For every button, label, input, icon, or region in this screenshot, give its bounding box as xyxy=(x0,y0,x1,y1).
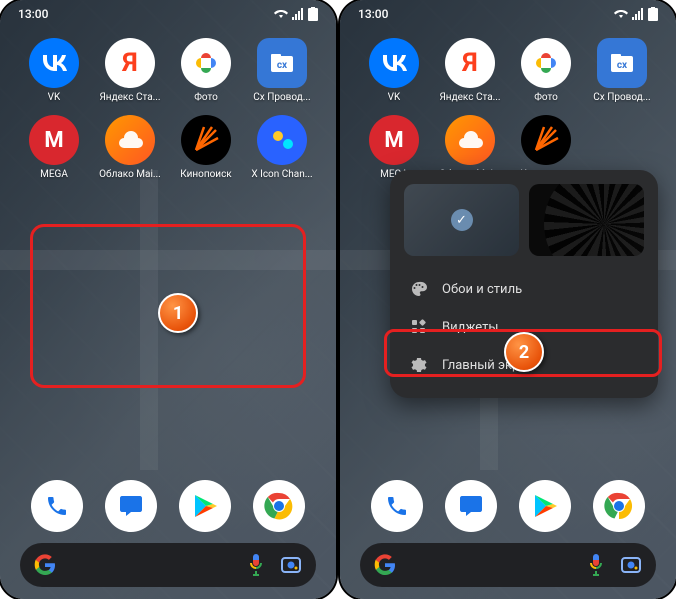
app-grid: VK ЯЯндекс Ста... Фото cxCx Провод... MM… xyxy=(340,38,676,180)
status-bar: 13:00 xyxy=(0,0,336,28)
check-icon: ✓ xyxy=(451,209,473,231)
dock xyxy=(20,475,316,537)
app-photo[interactable]: Фото xyxy=(172,38,240,103)
app-mega[interactable]: MMEGA xyxy=(20,115,88,180)
app-mail-cloud[interactable]: Облако Mai... xyxy=(96,115,164,180)
app-vk[interactable]: VK xyxy=(360,38,428,103)
dock-messages[interactable] xyxy=(105,480,157,532)
wifi-icon xyxy=(614,8,628,20)
dock-play[interactable] xyxy=(519,480,571,532)
app-cx[interactable]: cxCx Провод... xyxy=(588,38,656,103)
dock xyxy=(360,475,656,537)
app-yandex[interactable]: ЯЯндекс Ста... xyxy=(96,38,164,103)
dock-chrome[interactable] xyxy=(253,480,305,532)
status-bar: 13:00 xyxy=(340,0,676,28)
app-kinopoisk[interactable]: Кинопоиск xyxy=(172,115,240,180)
status-icons xyxy=(274,7,318,21)
app-grid: VK ЯЯндекс Ста... Фото cxCx Провод... MM… xyxy=(0,38,336,180)
wallpaper-option-dark[interactable] xyxy=(529,184,644,256)
battery-icon xyxy=(308,7,318,21)
dock-messages[interactable] xyxy=(445,480,497,532)
screen-left: 13:00 VK ЯЯндекс Ста... Фото cxCx Провод… xyxy=(0,0,336,599)
dock-play[interactable] xyxy=(179,480,231,532)
status-time: 13:00 xyxy=(18,7,48,21)
svg-text:cx: cx xyxy=(277,60,288,71)
palette-icon xyxy=(410,281,428,297)
status-time: 13:00 xyxy=(358,7,388,21)
dock-chrome[interactable] xyxy=(593,480,645,532)
signal-icon xyxy=(632,8,644,20)
tutorial-comparison: 13:00 VK ЯЯндекс Ста... Фото cxCx Провод… xyxy=(0,0,676,599)
app-yandex[interactable]: ЯЯндекс Ста... xyxy=(436,38,504,103)
callout-1: 1 xyxy=(158,293,198,333)
dock-phone[interactable] xyxy=(371,480,423,532)
wifi-icon xyxy=(274,8,288,20)
mic-icon[interactable] xyxy=(248,554,270,576)
battery-icon xyxy=(648,7,658,21)
app-xicon[interactable]: X Icon Chan... xyxy=(248,115,316,180)
menu-label: Обои и стиль xyxy=(442,282,522,297)
app-photo[interactable]: Фото xyxy=(512,38,580,103)
app-vk[interactable]: VK xyxy=(20,38,88,103)
dock-phone[interactable] xyxy=(31,480,83,532)
app-cx[interactable]: cxCx Провод... xyxy=(248,38,316,103)
status-icons xyxy=(614,7,658,21)
signal-icon xyxy=(292,8,304,20)
search-bar[interactable] xyxy=(360,543,656,587)
lens-icon[interactable] xyxy=(280,554,302,576)
svg-text:cx: cx xyxy=(617,60,628,71)
screen-right: 13:00 VK ЯЯндекс Ста... Фото cxCx Провод… xyxy=(340,0,676,599)
google-icon xyxy=(374,554,396,576)
wallpaper-option-light[interactable]: ✓ xyxy=(404,184,519,256)
google-icon xyxy=(34,554,56,576)
search-bar[interactable] xyxy=(20,543,316,587)
lens-icon[interactable] xyxy=(620,554,642,576)
mic-icon[interactable] xyxy=(588,554,610,576)
callout-2: 2 xyxy=(504,332,544,372)
menu-wallpaper-style[interactable]: Обои и стиль xyxy=(404,270,644,308)
